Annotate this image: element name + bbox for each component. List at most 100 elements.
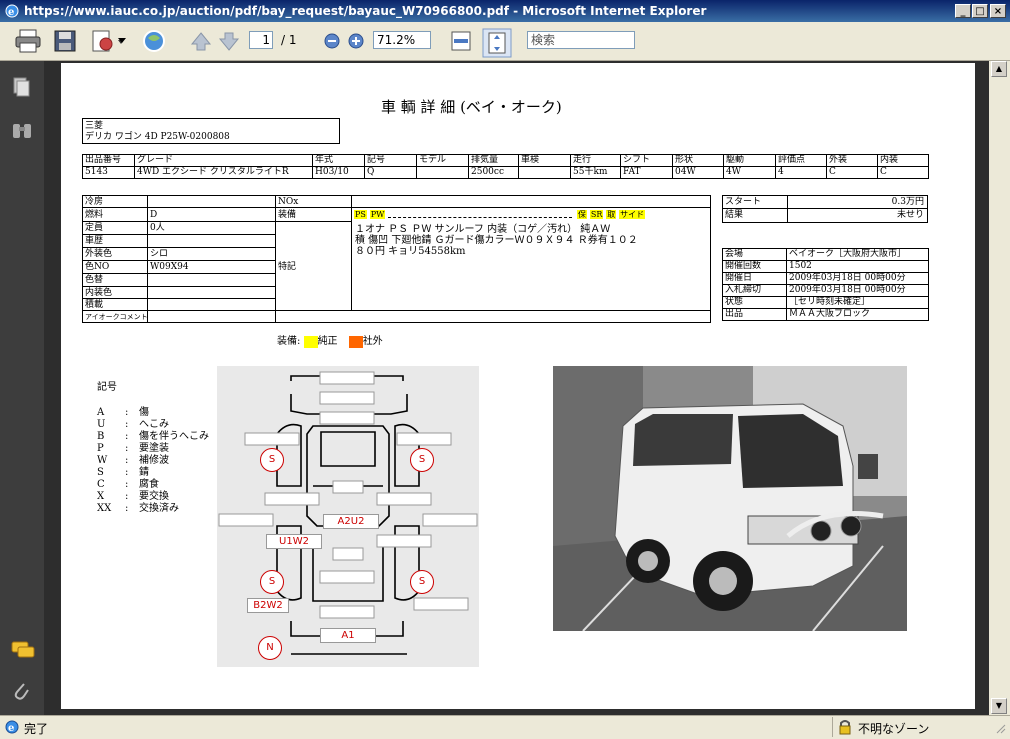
key-separator: :: [125, 491, 129, 502]
prev-page-icon[interactable]: [190, 28, 212, 54]
auction-value: ベイオーク［大阪府大阪市］: [786, 248, 929, 261]
spec-row-line: [275, 221, 352, 222]
spec-row-line: [83, 234, 275, 235]
remarks-label: 特記: [278, 262, 297, 272]
equipment-tag: サイド: [619, 210, 646, 219]
diagram-cell: [244, 432, 300, 446]
auction-info-row: 入札締切 2009年03月18日 00時00分: [722, 284, 929, 297]
ie-icon: e: [5, 4, 19, 18]
web-tools-icon[interactable]: [140, 28, 170, 54]
search-input[interactable]: 検索: [527, 31, 635, 49]
spec-label: 外装色: [85, 249, 113, 259]
key-item: U: へこみ: [97, 419, 169, 431]
page-done-icon: e: [5, 720, 19, 734]
fit-width-icon[interactable]: [448, 28, 474, 54]
spec-row-line: [83, 298, 275, 299]
start-price-box: スタート 0.3万円 結果 未せり: [722, 195, 928, 223]
zone-text: 不明なゾーン: [858, 722, 930, 736]
auction-label: 開催日: [722, 272, 787, 285]
damage-mark: A1: [320, 628, 376, 643]
result-value: 未せり: [896, 210, 924, 220]
equipment-legend: 装備: 純正 社外: [277, 335, 383, 349]
key-code: W: [97, 455, 108, 466]
diagram-cell: [319, 391, 375, 405]
lot-summary-value-row: 5143 4WD エクシード クリスタルライトR H03/10 Q 2500cc…: [82, 166, 929, 179]
scroll-up-icon[interactable]: ▲: [991, 61, 1007, 77]
equipment-label: 装備: [278, 210, 297, 220]
genuine-swatch: [303, 335, 318, 348]
auction-label: 状態: [722, 296, 787, 309]
key-code: X: [97, 491, 105, 502]
value-cell: Q: [364, 166, 417, 179]
key-separator: :: [125, 407, 129, 418]
equipment-tag: SR: [589, 210, 604, 219]
header-cell: グレード: [134, 154, 313, 167]
next-page-icon[interactable]: [218, 28, 240, 54]
start-label: スタート: [725, 197, 762, 207]
diagram-cell: [264, 492, 320, 506]
key-item: W: 補修波: [97, 455, 169, 467]
save-icon[interactable]: [52, 28, 78, 54]
zoom-in-icon[interactable]: [346, 28, 366, 54]
value-cell: [416, 166, 469, 179]
spec-divider: [83, 310, 710, 311]
key-code: A: [97, 407, 105, 418]
diagram-cell: [319, 570, 375, 584]
lot-summary-header-row: 出品番号 グレード 年式 記号 モデル 排気量 車検 走行 シフト 形状 駆動 …: [82, 154, 929, 167]
legend-aftermarket: 社外: [362, 336, 383, 347]
spec-value: D: [150, 210, 158, 220]
spec-row-line: [275, 207, 710, 208]
value-cell: H03/10: [312, 166, 365, 179]
header-cell: 内装: [877, 154, 929, 167]
auction-value: 1502: [786, 260, 929, 273]
diagram-cell: [396, 432, 452, 446]
svg-text:e: e: [8, 7, 14, 18]
key-code: P: [97, 443, 104, 454]
van-mirror: [858, 454, 878, 479]
value-cell: C: [826, 166, 878, 179]
key-code: C: [97, 479, 105, 490]
legend-label: 装備:: [277, 336, 301, 347]
zoom-input[interactable]: 71.2%: [373, 31, 431, 49]
diagram-cell: [332, 547, 364, 561]
scroll-down-icon[interactable]: ▼: [991, 698, 1007, 714]
key-item: C: 腐食: [97, 479, 159, 491]
close-button[interactable]: ×: [990, 4, 1006, 18]
comments-icon[interactable]: [10, 639, 36, 661]
legend-genuine: 純正: [317, 336, 338, 347]
header-cell: 年式: [312, 154, 365, 167]
key-desc: 腐食: [139, 479, 159, 490]
damage-mark-circle: S: [410, 570, 434, 594]
attachment-icon[interactable]: [10, 679, 32, 703]
spec-label: 燃料: [85, 210, 104, 220]
diagram-cell: [319, 371, 375, 385]
pages-icon[interactable]: [10, 75, 32, 97]
zoom-out-icon[interactable]: [322, 28, 342, 54]
equipment-tag: 保: [577, 210, 587, 219]
page-number-input[interactable]: 1: [249, 31, 273, 49]
resize-grip-icon[interactable]: [994, 722, 1006, 734]
print-icon[interactable]: [14, 28, 42, 54]
spec-divider: [351, 196, 352, 310]
damage-mark-circle: S: [260, 448, 284, 472]
equipment-tag: 取: [606, 210, 617, 219]
spec-divider: [275, 196, 276, 322]
binoculars-icon[interactable]: [10, 119, 34, 141]
start-divider: [723, 208, 927, 209]
header-cell: 外装: [826, 154, 878, 167]
fit-page-icon[interactable]: [482, 28, 512, 58]
value-cell: 5143: [82, 166, 135, 179]
header-cell: シフト: [620, 154, 673, 167]
equipment-tag: PS: [354, 210, 367, 219]
diagram-cell: [319, 605, 375, 619]
window-title: https://www.iauc.co.jp/auction/pdf/bay_r…: [24, 4, 707, 18]
minimize-button[interactable]: _: [955, 4, 971, 18]
header-cell: 形状: [672, 154, 724, 167]
value-cell: [518, 166, 571, 179]
maximize-button[interactable]: □: [972, 4, 988, 18]
key-separator: :: [125, 503, 129, 514]
vertical-scrollbar[interactable]: ▲ ▼: [989, 61, 1010, 715]
van-side-window: [633, 414, 733, 466]
chevron-down-icon[interactable]: [118, 38, 126, 44]
status-divider: [832, 717, 833, 737]
